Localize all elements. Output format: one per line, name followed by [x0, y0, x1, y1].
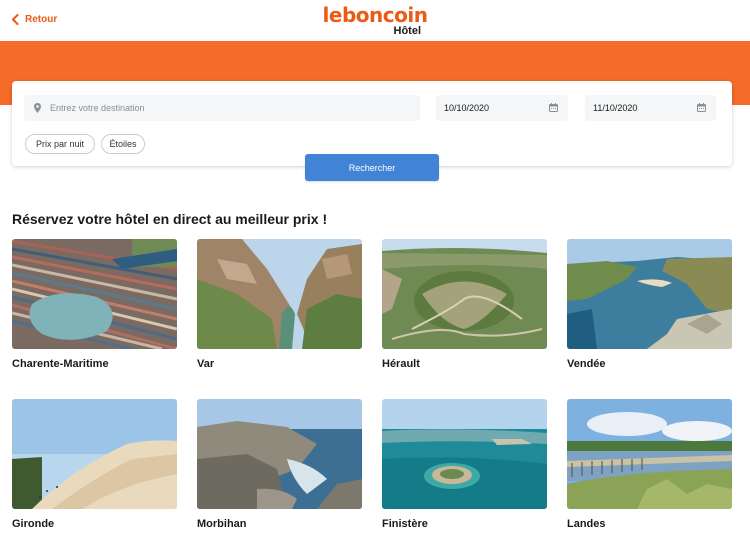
destination-card-landes[interactable]: Landes [567, 399, 732, 530]
destination-card-charente-maritime[interactable]: Charente-Maritime [12, 239, 177, 370]
destination-label: Vendée [567, 358, 606, 370]
destination-card-morbihan[interactable]: Morbihan [197, 399, 362, 530]
section-heading: Réservez votre hôtel en direct au meille… [12, 211, 328, 227]
calendar-icon [549, 103, 558, 112]
destination-label: Landes [567, 518, 606, 530]
stars-filter-chip[interactable]: Étoiles [101, 134, 145, 154]
destination-photo [567, 399, 732, 509]
destination-photo [382, 399, 547, 509]
destination-photo [12, 399, 177, 509]
destination-photo [197, 399, 362, 509]
top-bar: Retour leboncoin Hôtel [0, 0, 750, 41]
location-pin-icon [34, 103, 41, 113]
price-filter-chip[interactable]: Prix par nuit [25, 134, 95, 154]
destination-label: Gironde [12, 518, 55, 530]
destination-label: Morbihan [197, 518, 247, 530]
checkin-value: 10/10/2020 [444, 103, 490, 113]
destination-card-gironde[interactable]: Gironde [12, 399, 177, 530]
destination-placeholder: Entrez votre destination [50, 103, 145, 113]
destination-card-herault[interactable]: Hérault [382, 239, 547, 370]
destination-label: Hérault [382, 358, 420, 370]
logo[interactable]: leboncoin Hôtel [320, 5, 430, 37]
destination-photo [12, 239, 177, 349]
destination-input[interactable]: Entrez votre destination [24, 95, 420, 121]
back-label: Retour [25, 14, 58, 25]
destination-label: Var [197, 358, 215, 370]
destination-label: Finistère [382, 518, 428, 530]
destination-card-vendee[interactable]: Vendée [567, 239, 732, 370]
back-link[interactable]: Retour [11, 14, 57, 25]
chevron-left-icon [12, 14, 19, 25]
destination-card-finistere[interactable]: Finistère [382, 399, 547, 530]
checkin-date-field[interactable]: 10/10/2020 [436, 95, 568, 121]
search-button[interactable]: Rechercher [305, 154, 439, 181]
logo-text: leboncoin [322, 3, 428, 27]
destination-card-var[interactable]: Var [197, 239, 362, 370]
destination-photo [567, 239, 732, 349]
checkout-value: 11/10/2020 [593, 103, 638, 113]
destination-label: Charente-Maritime [12, 358, 109, 370]
destination-photo [197, 239, 362, 349]
destination-photo [382, 239, 547, 349]
calendar-icon [697, 103, 706, 112]
checkout-date-field[interactable]: 11/10/2020 [585, 95, 716, 121]
